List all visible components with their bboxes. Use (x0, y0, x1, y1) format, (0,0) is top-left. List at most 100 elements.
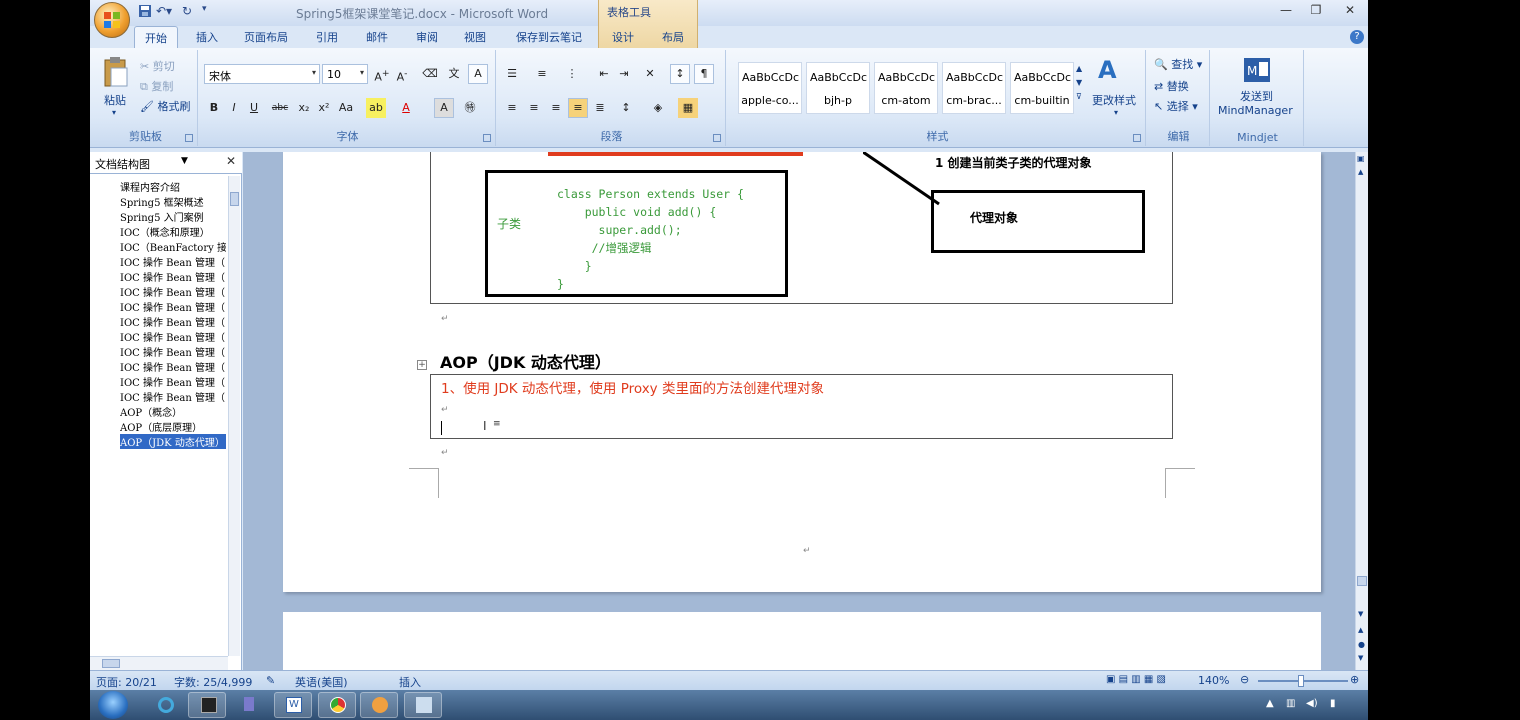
multilevel-list-icon[interactable]: ⋮ (562, 64, 582, 84)
browse-object-icon[interactable]: ● (1358, 640, 1365, 649)
grow-font-icon[interactable]: A+ (372, 64, 392, 84)
close-button[interactable]: ✕ (1338, 3, 1362, 19)
taskbar-app-icon[interactable] (188, 692, 226, 718)
clear-format-icon[interactable]: ⌫ (420, 64, 440, 84)
next-page-icon[interactable]: ▼ (1358, 654, 1363, 662)
view-buttons-icon[interactable]: ▣ ▤ ▥ ▦ ▧ (1106, 674, 1166, 685)
clipboard-launcher-icon[interactable] (185, 134, 193, 142)
status-language[interactable]: 英语(美国) (295, 674, 348, 690)
undo-icon[interactable]: ↶▾ (156, 4, 172, 20)
replace-button[interactable]: ⇄ 替换 (1154, 78, 1189, 94)
nav-vertical-scrollbar[interactable] (228, 176, 240, 656)
tab-view[interactable]: 视图 (464, 29, 486, 45)
nav-item-selected[interactable]: AOP（JDK 动态代理） (120, 434, 226, 449)
nav-item[interactable]: Spring5 入门案例 (120, 209, 226, 224)
tab-table-layout[interactable]: 布局 (662, 29, 684, 45)
document-page[interactable]: 子类 class Person extends User { public vo… (283, 152, 1321, 592)
change-styles-button[interactable]: 更改样式 (1092, 92, 1136, 108)
decrease-indent-icon[interactable]: ⇤ (594, 64, 614, 84)
style-tile[interactable]: AaBbCcDc cm-brac... (942, 62, 1006, 114)
align-right-icon[interactable]: ≡ (546, 98, 566, 118)
subscript-icon[interactable]: x₂ (294, 98, 314, 118)
tab-table-design[interactable]: 设计 (612, 29, 634, 45)
content-table[interactable]: 1、使用 JDK 动态代理，使用 Proxy 类里面的方法创建代理对象 ↵ I … (430, 374, 1173, 439)
select-button[interactable]: ↖ 选择 ▾ (1154, 98, 1198, 114)
taskbar-word-icon[interactable]: W (274, 692, 312, 718)
nav-item[interactable]: 课程内容介绍 (120, 179, 226, 194)
show-marks-icon[interactable]: ¶ (694, 64, 714, 84)
asian-layout-icon[interactable]: ✕ (640, 64, 660, 84)
tray-volume-icon[interactable]: ◀) (1306, 698, 1318, 709)
paste-dropdown-icon[interactable]: ▾ (112, 108, 116, 117)
bullets-icon[interactable]: ☰ (502, 64, 522, 84)
nav-item[interactable]: AOP（概念） (120, 404, 226, 419)
proofing-icon[interactable]: ✎ (266, 674, 275, 687)
save-icon[interactable] (138, 4, 152, 20)
help-icon[interactable]: ? (1350, 30, 1364, 44)
taskbar-ie-icon[interactable] (146, 692, 184, 718)
nav-item[interactable]: IOC 操作 Bean 管理（ (120, 344, 226, 359)
change-case-icon[interactable]: Aa (336, 98, 356, 118)
scroll-down-icon[interactable]: ▼ (1358, 610, 1363, 618)
office-button[interactable] (94, 2, 130, 38)
paste-icon[interactable] (102, 56, 132, 90)
align-left-icon[interactable]: ≡ (502, 98, 522, 118)
zoom-level[interactable]: 140% (1198, 674, 1229, 687)
shrink-font-icon[interactable]: A- (392, 64, 412, 84)
styles-launcher-icon[interactable] (1133, 134, 1141, 142)
justify-icon[interactable]: ≡ (568, 98, 588, 118)
mindmanager-icon[interactable]: M (1242, 56, 1272, 87)
send-to-label[interactable]: 发送到 (1240, 88, 1273, 104)
tab-references[interactable]: 引用 (316, 29, 338, 45)
taskbar-app-icon[interactable] (360, 692, 398, 718)
mindmanager-label[interactable]: MindManager (1218, 104, 1293, 117)
nav-item[interactable]: IOC 操作 Bean 管理（ (120, 389, 226, 404)
sort-icon[interactable]: ↕ (670, 64, 690, 84)
nav-item[interactable]: IOC 操作 Bean 管理（ (120, 314, 226, 329)
document-map-select[interactable]: 文档结构图 ▼ (93, 154, 193, 172)
borders-icon[interactable]: ▦ (678, 98, 698, 118)
paragraph-launcher-icon[interactable] (713, 134, 721, 142)
bold-icon[interactable]: B (204, 98, 224, 118)
nav-item[interactable]: IOC（概念和原理） (120, 224, 226, 239)
status-words[interactable]: 字数: 25/4,999 (174, 674, 252, 690)
char-shading-icon[interactable]: A (434, 98, 454, 118)
nav-item[interactable]: AOP（底层原理） (120, 419, 226, 434)
copy-button[interactable]: ⧉ 复制 (140, 78, 173, 94)
tab-home[interactable]: 开始 (134, 26, 178, 48)
document-page-next[interactable] (283, 612, 1321, 670)
tab-save-cloud-note[interactable]: 保存到云笔记 (516, 29, 582, 45)
style-tile[interactable]: AaBbCcDc apple-co... (738, 62, 802, 114)
strikethrough-icon[interactable]: abc (270, 98, 290, 118)
nav-horizontal-scrollbar[interactable] (90, 656, 228, 670)
tray-show-hidden-icon[interactable]: ▲ (1266, 698, 1274, 709)
styles-scroll-icon[interactable]: ▲ ▼ ⊽ (1076, 62, 1082, 104)
previous-page-icon[interactable]: ▲ (1358, 626, 1363, 634)
taskbar-chrome-icon[interactable] (318, 692, 356, 718)
shading-icon[interactable]: ◈ (648, 98, 668, 118)
zoom-slider-thumb[interactable] (1298, 675, 1304, 687)
find-button[interactable]: 🔍 查找 ▾ (1154, 56, 1202, 72)
nav-item[interactable]: IOC 操作 Bean 管理（ (120, 284, 226, 299)
start-button[interactable] (98, 691, 128, 719)
change-styles-dropdown-icon[interactable]: ▾ (1114, 108, 1118, 117)
tab-mailings[interactable]: 邮件 (366, 29, 388, 45)
paste-button[interactable]: 粘贴 (104, 92, 126, 108)
nav-item[interactable]: IOC 操作 Bean 管理（ (120, 269, 226, 284)
font-color-icon[interactable]: A (396, 98, 416, 118)
nav-scroll-thumb[interactable] (230, 192, 239, 206)
tab-review[interactable]: 审阅 (416, 29, 438, 45)
nav-item[interactable]: IOC 操作 Bean 管理（ (120, 299, 226, 314)
tray-network-icon[interactable]: ▥ (1286, 698, 1295, 709)
restore-button[interactable]: ❐ (1304, 3, 1328, 19)
italic-icon[interactable]: I (224, 98, 244, 118)
customize-qat-icon[interactable]: ▾ (202, 4, 207, 20)
status-insert-mode[interactable]: 插入 (399, 674, 421, 690)
align-center-icon[interactable]: ≡ (524, 98, 544, 118)
status-page[interactable]: 页面: 20/21 (96, 674, 157, 690)
underline-icon[interactable]: U (244, 98, 264, 118)
nav-item[interactable]: IOC 操作 Bean 管理（ (120, 329, 226, 344)
increase-indent-icon[interactable]: ⇥ (614, 64, 634, 84)
nav-item[interactable]: IOC 操作 Bean 管理（ (120, 374, 226, 389)
tab-page-layout[interactable]: 页面布局 (244, 29, 288, 45)
